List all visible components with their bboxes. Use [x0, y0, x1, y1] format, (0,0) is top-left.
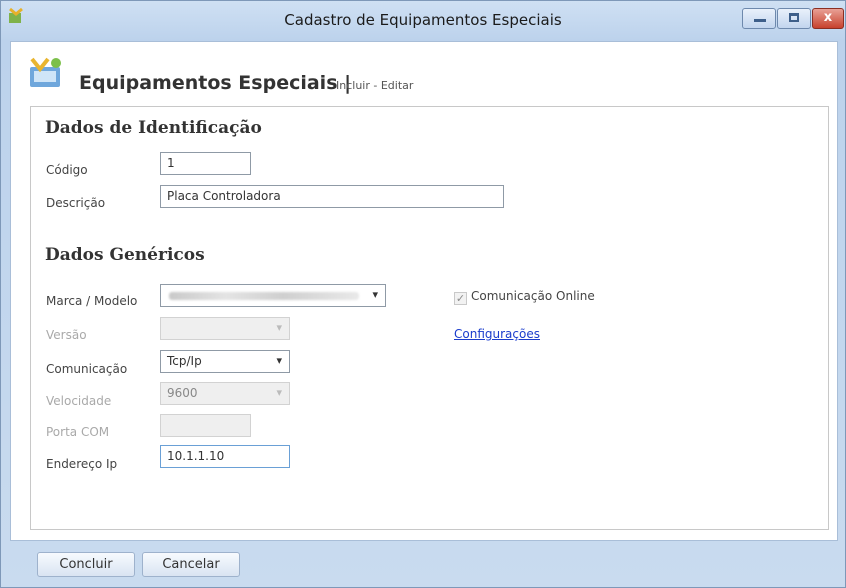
page-mode: Incluir - Editar: [336, 79, 414, 92]
codigo-input[interactable]: 1: [160, 152, 251, 175]
window: Cadastro de Equipamentos Especiais x Equ…: [0, 0, 846, 588]
title-bar[interactable]: Cadastro de Equipamentos Especiais x: [1, 1, 845, 41]
codigo-label: Código: [46, 163, 88, 177]
close-icon: x: [823, 10, 833, 25]
velocidade-label: Velocidade: [46, 394, 112, 408]
concluir-button[interactable]: Concluir: [37, 552, 135, 577]
descricao-input[interactable]: Placa Controladora: [160, 185, 504, 208]
endereco-ip-input[interactable]: 10.1.1.10: [160, 445, 290, 468]
window-title: Cadastro de Equipamentos Especiais: [284, 11, 562, 29]
endereco-ip-label: Endereço Ip: [46, 457, 118, 471]
chevron-down-icon: ▾: [372, 288, 378, 301]
porta-com-input[interactable]: [160, 414, 251, 437]
section-title-genericos: Dados Genéricos: [45, 245, 205, 265]
chevron-down-icon: ▾: [276, 321, 282, 334]
comunicacao-label: Comunicação: [46, 362, 128, 376]
close-button[interactable]: x: [812, 8, 844, 29]
chevron-down-icon: ▾: [276, 354, 282, 367]
check-icon: ✓: [454, 292, 467, 305]
maximize-icon: [789, 13, 799, 22]
page-title: Equipamentos Especiais |: [79, 72, 352, 94]
minimize-icon: [754, 19, 766, 22]
descricao-label: Descrição: [46, 196, 106, 210]
marca-value-redacted: [169, 292, 359, 300]
chevron-down-icon: ▾: [276, 386, 282, 399]
configuracoes-link[interactable]: Configurações: [454, 327, 540, 341]
content-area: Equipamentos Especiais | Incluir - Edita…: [10, 41, 838, 541]
comunicacao-online-checkbox[interactable]: ✓ Comunicação Online: [454, 289, 595, 305]
form-panel: [30, 106, 829, 530]
maximize-button[interactable]: [777, 8, 811, 29]
versao-select[interactable]: ▾: [160, 317, 290, 340]
velocidade-value: 9600: [167, 386, 198, 400]
equipment-icon: [30, 57, 61, 87]
porta-com-label: Porta COM: [46, 425, 110, 439]
section-title-identificacao: Dados de Identificação: [45, 118, 262, 138]
marca-select[interactable]: ▾: [160, 284, 386, 307]
velocidade-select[interactable]: 9600 ▾: [160, 382, 290, 405]
comunicacao-select[interactable]: Tcp/Ip ▾: [160, 350, 290, 373]
comunicacao-online-label: Comunicação Online: [471, 289, 595, 303]
comunicacao-value: Tcp/Ip: [167, 354, 202, 368]
versao-label: Versão: [46, 328, 87, 342]
minimize-button[interactable]: [742, 8, 776, 29]
cancelar-button[interactable]: Cancelar: [142, 552, 240, 577]
marca-label: Marca / Modelo: [46, 294, 138, 308]
page-header: Equipamentos Especiais | Incluir - Edita…: [11, 42, 837, 106]
